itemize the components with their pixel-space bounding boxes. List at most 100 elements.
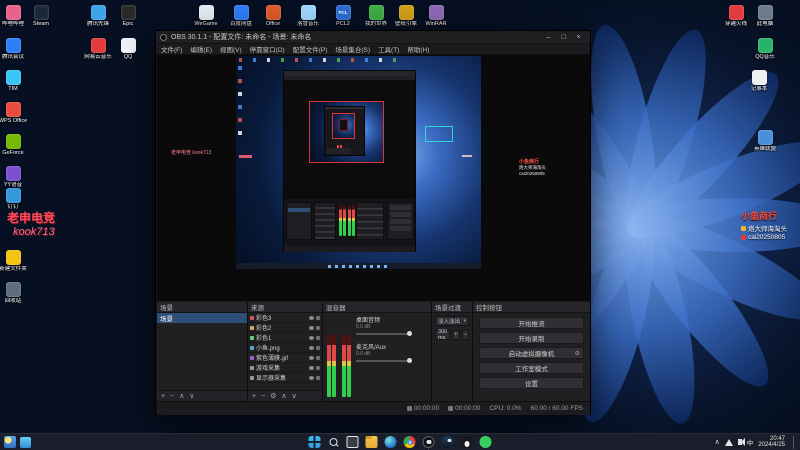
edge-taskbar-icon[interactable] [385,436,397,448]
scene-list-item[interactable]: 场景 [157,313,247,323]
scenes-dock-title[interactable]: 场景 [157,302,247,313]
volume-slider[interactable] [356,333,412,335]
title-bar[interactable]: OBS 30.1.1 - 配置文件: 未命名 - 场景: 未命名 – □ × [156,31,590,44]
menu-item[interactable]: 文件(F) [161,44,182,54]
start-taskbar-icon[interactable] [309,436,321,448]
language-indicator[interactable]: 中 [747,437,754,447]
show-desktop-button[interactable] [793,436,796,449]
minimize-button[interactable]: – [541,31,556,43]
desktop-icon[interactable]: 我的世界 [368,5,384,20]
sources-toolbar-button[interactable]: − [261,393,265,400]
desktop-icon[interactable]: 回收站 [5,282,21,297]
sources-dock-title[interactable]: 来源 [248,302,322,313]
desktop-icon[interactable]: 钉钉 [5,188,21,203]
control-button[interactable]: 设置 [479,377,584,389]
slider-knob[interactable] [407,331,412,336]
visibility-icon[interactable] [309,366,314,370]
desktop-icon[interactable]: 记事本 [751,70,767,85]
desktop-icon[interactable]: Steam [33,5,49,20]
source-row[interactable]: 小鱼.png [248,343,322,353]
scenes-toolbar-button[interactable]: + [161,393,165,400]
desktop-icon[interactable]: YY语音 [5,166,21,181]
lock-icon[interactable] [316,376,320,380]
visibility-icon[interactable] [309,326,314,330]
desktop-icon[interactable]: 新建文件夹 [5,250,21,265]
menu-item[interactable]: 场景集合(S) [335,44,370,54]
desktop-icon[interactable]: TIM [5,70,21,85]
desktop-icon[interactable]: Epic [120,5,136,20]
sources-toolbar-button[interactable]: ∧ [281,393,286,400]
visibility-icon[interactable] [309,346,314,350]
lock-icon[interactable] [316,366,320,370]
add-transition-button[interactable]: + [452,330,459,340]
chat-icon[interactable] [20,437,31,448]
scenes-toolbar-button[interactable]: − [170,393,174,400]
scenes-toolbar-button[interactable]: ∧ [179,393,184,400]
obs-taskbar-icon[interactable] [423,436,435,448]
desktop-icon[interactable]: 百度网盘 [233,5,249,20]
lock-icon[interactable] [316,356,320,360]
tray-clock[interactable]: 20:47 2024/4/25 [758,436,785,449]
sources-toolbar-button[interactable]: ∨ [292,393,297,400]
sources-toolbar-button[interactable]: ⚙ [270,393,276,400]
desktop-icon[interactable]: GeForce [5,134,21,149]
network-icon[interactable] [725,439,733,446]
desktop-icon[interactable]: 穿越火线 [728,5,744,20]
transition-duration-input[interactable]: 300 ms [435,330,450,340]
desktop-icon[interactable]: 网易云音乐 [90,38,106,53]
preview-canvas[interactable]: 老申电竞 kook713 小鱼商行 烙大师海淘头 cai20250805 [157,55,590,301]
lock-icon[interactable] [316,316,320,320]
source-row[interactable]: 紫色薄膜.gif [248,353,322,363]
desktop-icon[interactable]: 腾讯先锋 [90,5,106,20]
source-row[interactable]: 显示器采集 [248,373,322,383]
control-button[interactable]: 启动虚拟摄像机⚙ [479,347,584,359]
control-button[interactable]: 开始推流 [479,317,584,329]
volume-icon[interactable] [738,439,742,445]
desktop-icon[interactable]: 哔哩哔哩 [5,5,21,20]
source-row[interactable]: 彩色3 [248,313,322,323]
visibility-icon[interactable] [309,336,314,340]
menu-item[interactable]: 编辑(E) [190,44,212,54]
menu-item[interactable]: 配置文件(P) [293,44,328,54]
chrome-taskbar-icon[interactable] [404,436,416,448]
transitions-dock-title[interactable]: 场景过渡 [432,302,472,313]
search-taskbar-icon[interactable] [328,436,340,448]
visibility-icon[interactable] [309,376,314,380]
desktop-icon[interactable]: 腾讯会议 [5,38,21,53]
menu-item[interactable]: 停靠窗口(D) [250,44,285,54]
desktop-icon[interactable]: WPS Office [5,102,21,117]
desktop-icon[interactable]: 此电脑 [757,5,773,20]
lock-icon[interactable] [316,326,320,330]
slider-knob[interactable] [407,358,412,363]
desktop-icon[interactable]: 壁纸引擎 [398,5,414,20]
menu-item[interactable]: 视图(V) [220,44,242,54]
source-row[interactable]: 彩色1 [248,333,322,343]
source-row[interactable]: 彩色2 [248,323,322,333]
weather-icon[interactable] [4,436,16,448]
control-button[interactable]: 开始录制 [479,332,584,344]
desktop-icon[interactable]: PCLPCL2 [335,5,351,20]
desktop-icon[interactable]: WinRAR [428,5,444,20]
desktop-icon[interactable]: WeGame [198,5,214,20]
desktop-icon[interactable]: 洛雪音乐 [300,5,316,20]
close-button[interactable]: × [571,31,586,43]
sources-toolbar-button[interactable]: + [252,393,256,400]
transition-select[interactable]: 淡入淡出 ▾ [435,316,469,326]
gear-icon[interactable]: ⚙ [575,350,580,357]
menu-item[interactable]: 工具(T) [378,44,399,54]
visibility-icon[interactable] [309,356,314,360]
preview-text-source-right[interactable]: 小鱼商行 烙大师海淘头 cai20250805 [519,159,546,177]
control-button[interactable]: 工作室模式 [479,362,584,374]
menu-item[interactable]: 帮助(H) [407,44,429,54]
lock-icon[interactable] [316,346,320,350]
lock-icon[interactable] [316,336,320,340]
task-view-taskbar-icon[interactable] [347,436,359,448]
desktop-icon[interactable]: 英雄联盟 [757,130,773,145]
scenes-toolbar-button[interactable]: ∨ [189,393,194,400]
visibility-icon[interactable] [309,316,314,320]
desktop-icon[interactable]: QQ [120,38,136,53]
desktop-icon[interactable]: QQ音乐 [757,38,773,53]
explorer-taskbar-icon[interactable] [366,436,378,448]
source-row[interactable]: 游戏采集 [248,363,322,373]
wechat-taskbar-icon[interactable] [480,436,492,448]
